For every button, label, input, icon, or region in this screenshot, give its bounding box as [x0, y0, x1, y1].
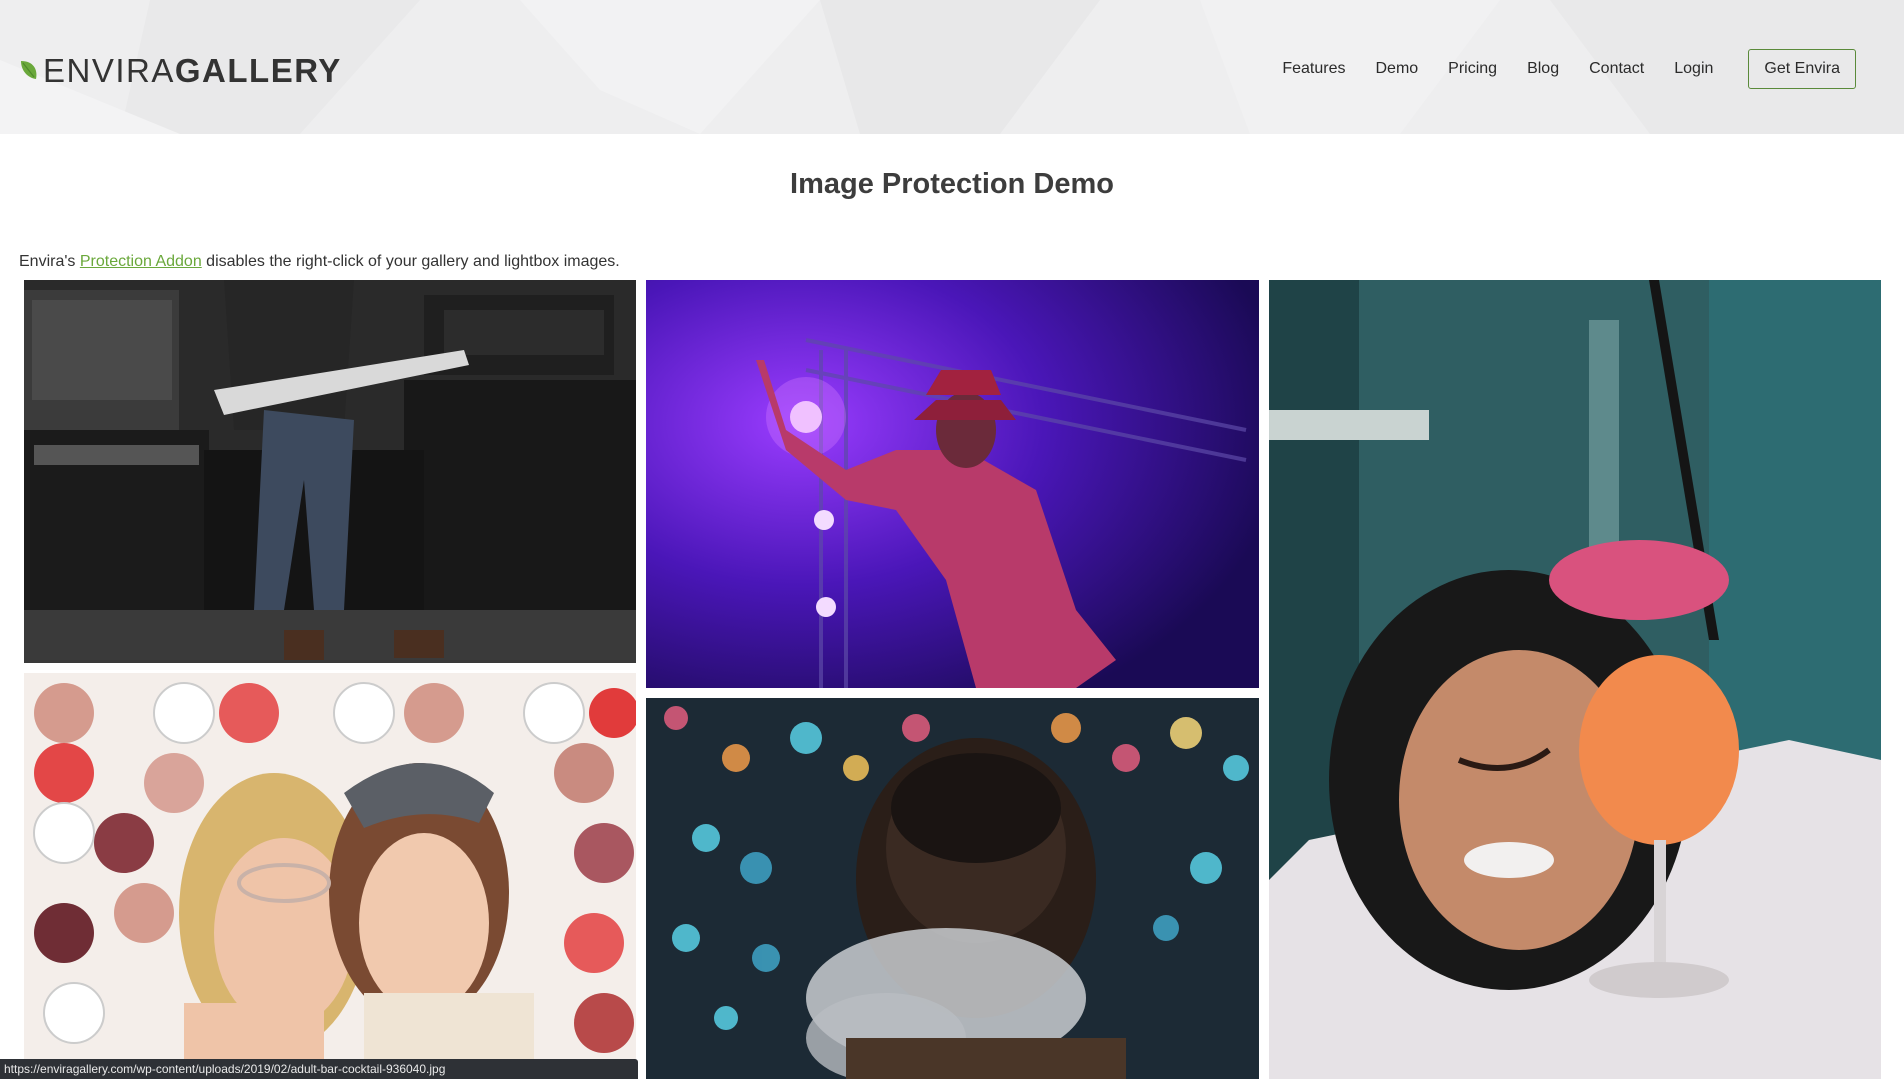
gallery-photo-guitarist[interactable]: [24, 280, 636, 663]
leaf-icon: [21, 61, 37, 79]
photobooth-image: [24, 673, 636, 1059]
get-envira-button[interactable]: Get Envira: [1748, 49, 1856, 89]
nav-blog[interactable]: Blog: [1527, 60, 1559, 78]
browser-status-bar: https://enviragallery.com/wp-content/upl…: [0, 1059, 638, 1079]
cocktail-image: [1269, 280, 1881, 1079]
logo-wordmark: ENVIRAGALLERY: [43, 54, 342, 87]
nav-contact[interactable]: Contact: [1589, 60, 1644, 78]
gallery-photo-smoke[interactable]: [646, 698, 1259, 1079]
nav-pricing[interactable]: Pricing: [1448, 60, 1497, 78]
singer-image: [646, 280, 1259, 688]
intro-text: Envira's Protection Addon disables the r…: [19, 253, 620, 271]
nav-demo[interactable]: Demo: [1375, 60, 1418, 78]
logo-text-bold: GALLERY: [174, 51, 342, 89]
smoke-image: [646, 698, 1259, 1079]
logo-text-light: ENVIRA: [43, 51, 175, 89]
gallery-photo-singer[interactable]: [646, 280, 1259, 688]
page-title: Image Protection Demo: [790, 168, 1114, 200]
main-nav: Features Demo Pricing Blog Contact Login…: [1282, 48, 1856, 90]
gallery-photo-cocktail[interactable]: [1269, 280, 1881, 1079]
nav-login[interactable]: Login: [1674, 60, 1713, 78]
guitarist-image: [24, 280, 636, 663]
intro-suffix: disables the right-click of your gallery…: [201, 253, 620, 270]
site-logo[interactable]: ENVIRAGALLERY: [19, 50, 342, 90]
intro-prefix: Envira's: [19, 253, 80, 270]
protection-addon-link[interactable]: Protection Addon: [80, 253, 202, 270]
gallery-photo-photobooth[interactable]: [24, 673, 636, 1059]
site-header: ENVIRAGALLERY Features Demo Pricing Blog…: [0, 0, 1904, 134]
nav-features[interactable]: Features: [1282, 60, 1345, 78]
